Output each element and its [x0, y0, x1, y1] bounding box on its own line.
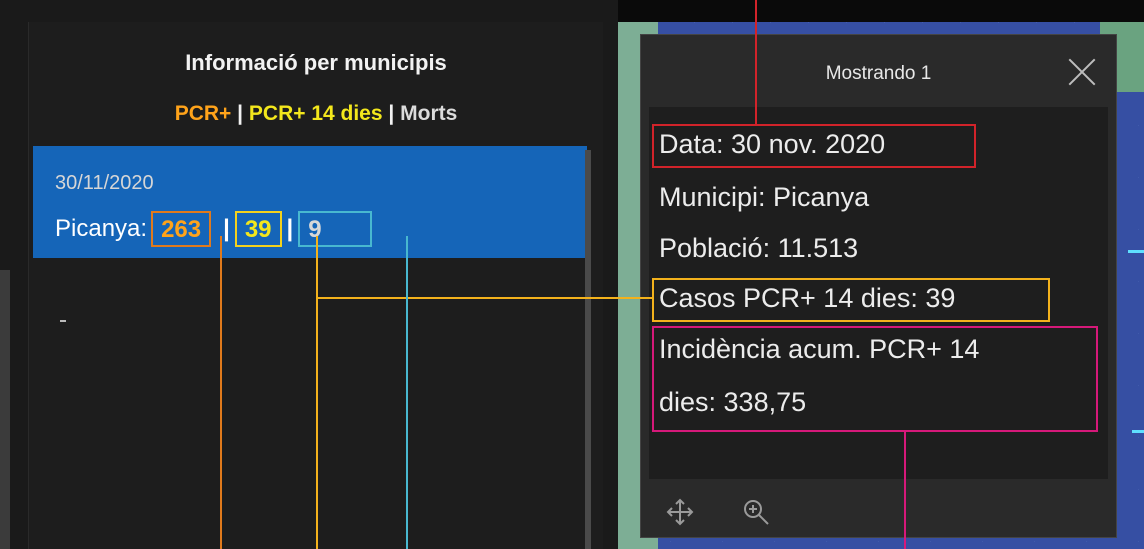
connector-incidencia	[904, 432, 906, 549]
value-separator: |	[223, 215, 230, 242]
connector-morts	[406, 236, 408, 549]
connector-pcr	[220, 236, 222, 549]
legend-pcr14: PCR+ 14 dies	[248, 102, 383, 125]
connector-date	[755, 0, 757, 124]
highlight-incidencia	[652, 326, 1098, 432]
list-title: Informació per municipis	[185, 50, 447, 75]
legend: PCR+ | PCR+ 14 dies | Morts	[29, 102, 603, 126]
list-title-wrap: Informació per municipis	[29, 50, 603, 76]
legend-pcr: PCR+	[174, 102, 232, 125]
list-scrollbar[interactable]	[585, 150, 591, 549]
legend-separator: |	[388, 102, 395, 125]
map-road	[1132, 430, 1144, 433]
close-icon[interactable]	[1067, 57, 1097, 87]
value-separator: |	[286, 215, 294, 242]
popup-footer	[641, 487, 1116, 537]
left-panel: Informació per municipis PCR+ | PCR+ 14 …	[0, 0, 618, 549]
list-tick	[60, 320, 66, 322]
row-values: Picanya: 263 | 39 | 9	[55, 211, 373, 247]
legend-separator: |	[237, 102, 244, 125]
move-icon[interactable]	[665, 497, 695, 527]
map-road	[1128, 250, 1144, 253]
municipality-label: Picanya:	[55, 215, 148, 242]
field-poblacio: Població: 11.513	[659, 233, 859, 263]
popup-header: Mostrando 1	[641, 35, 1116, 107]
connector-pcr14	[316, 236, 318, 549]
pcr14-value: 39	[234, 211, 282, 247]
connector-casos	[316, 297, 652, 299]
row-date: 30/11/2020	[55, 172, 154, 194]
highlight-date	[652, 124, 976, 168]
highlight-casos	[652, 278, 1050, 322]
zoom-to-icon[interactable]	[741, 497, 771, 527]
left-edge	[0, 270, 10, 549]
list-item-picanya[interactable]: 30/11/2020 Picanya: 263 | 39 | 9	[33, 146, 587, 258]
pcr-value: 263	[151, 211, 212, 247]
field-municipi: Municipi: Picanya	[659, 182, 870, 212]
popup-title: Mostrando 1	[825, 63, 932, 84]
morts-value: 9	[298, 211, 373, 247]
legend-morts: Morts	[400, 102, 458, 125]
